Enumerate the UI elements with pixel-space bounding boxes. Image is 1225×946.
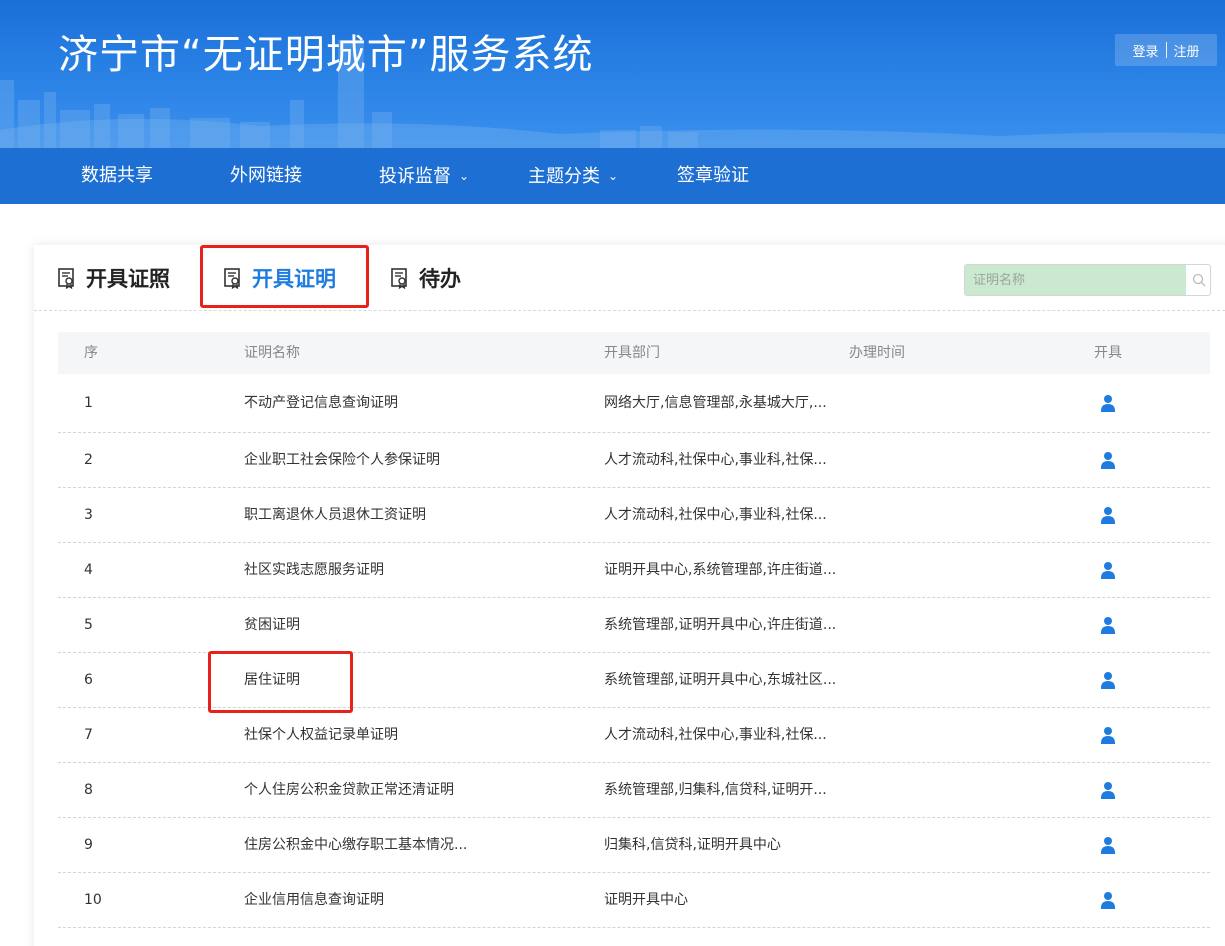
main-nav: 数据共享 外网链接 投诉监督 ⌄ 主题分类 ⌄ 签章验证 (0, 148, 1225, 204)
header-banner: 济宁市“无证明城市”服务系统 登录 注册 (0, 0, 1225, 148)
certificate-name[interactable]: 不动产登记信息查询证明 (244, 374, 398, 429)
certificate-name[interactable]: 个人住房公积金贷款正常还清证明 (244, 763, 454, 818)
issue-button[interactable] (1099, 506, 1117, 524)
user-icon (1099, 892, 1117, 913)
nav-item-label: 签章验证 (677, 165, 749, 186)
table-row: 4 社区实践志愿服务证明 证明开具中心,系统管理部,许庄街道... (58, 543, 1210, 598)
certificate-name[interactable]: 居住证明 (244, 653, 300, 708)
issuing-department: 系统管理部,归集科,信贷科,证明开... (604, 782, 827, 798)
issuing-department: 人才流动科,社保中心,事业科,社保... (604, 727, 827, 743)
table-row: 6 居住证明 系统管理部,证明开具中心,东城社区... (58, 653, 1210, 708)
table-row: 10 企业信用信息查询证明 证明开具中心 (58, 873, 1210, 928)
issuing-department: 归集科,信贷科,证明开具中心 (604, 837, 781, 853)
user-icon (1099, 452, 1117, 473)
tab-todo[interactable]: 待办 (389, 262, 461, 294)
row-index: 2 (84, 452, 93, 468)
issuing-department: 证明开具中心,系统管理部,许庄街道... (604, 562, 837, 578)
search-button[interactable] (1186, 265, 1210, 295)
issue-button[interactable] (1099, 781, 1117, 799)
register-link[interactable]: 注册 (1167, 41, 1207, 60)
table-row: 8 个人住房公积金贷款正常还清证明 系统管理部,归集科,信贷科,证明开... (58, 763, 1210, 818)
user-icon (1099, 837, 1117, 858)
issue-button[interactable] (1099, 726, 1117, 744)
issue-button[interactable] (1099, 451, 1117, 469)
issuing-department: 人才流动科,社保中心,事业科,社保... (604, 507, 827, 523)
certificate-name[interactable]: 贫困证明 (244, 598, 300, 653)
tab-label: 待办 (419, 267, 461, 291)
certificate-name[interactable]: 社保个人权益记录单证明 (244, 708, 398, 763)
nav-item-label: 投诉监督 (379, 166, 451, 187)
table-row: 2 企业职工社会保险个人参保证明 人才流动科,社保中心,事业科,社保... (58, 433, 1210, 488)
issue-button[interactable] (1099, 836, 1117, 854)
column-header-time: 办理时间 (849, 345, 905, 361)
issuing-department: 人才流动科,社保中心,事业科,社保... (604, 452, 827, 468)
auth-links: 登录 注册 (1115, 34, 1217, 66)
tab-label: 开具证照 (86, 267, 170, 291)
row-index: 6 (84, 672, 93, 688)
table-row: 1 不动产登记信息查询证明 网络大厅,信息管理部,永基城大厅,... (58, 374, 1210, 433)
user-icon (1099, 782, 1117, 803)
nav-item-complaint-supervision[interactable]: 投诉监督 ⌄ (379, 148, 469, 204)
table-row: 5 贫困证明 系统管理部,证明开具中心,许庄街道... (58, 598, 1210, 653)
issuing-department: 系统管理部,证明开具中心,许庄街道... (604, 617, 837, 633)
nav-item-label: 主题分类 (528, 166, 600, 187)
search-input[interactable] (965, 265, 1186, 295)
certificate-search (964, 264, 1211, 296)
row-index: 9 (84, 837, 93, 853)
issuing-department: 系统管理部,证明开具中心,东城社区... (604, 672, 837, 688)
site-title: 济宁市“无证明城市”服务系统 (58, 32, 594, 78)
column-header-department: 开具部门 (604, 345, 660, 361)
nav-item-label: 外网链接 (230, 165, 302, 186)
row-index: 1 (84, 395, 93, 411)
certificate-name[interactable]: 住房公积金中心缴存职工基本情况... (244, 818, 467, 873)
issuing-department: 证明开具中心 (604, 892, 688, 908)
certificate-name[interactable]: 社区实践志愿服务证明 (244, 543, 384, 598)
row-index: 5 (84, 617, 93, 633)
user-icon (1099, 672, 1117, 693)
table-row: 3 职工离退休人员退休工资证明 人才流动科,社保中心,事业科,社保... (58, 488, 1210, 543)
tabs-divider (34, 310, 1225, 311)
user-icon (1099, 617, 1117, 638)
user-icon (1099, 395, 1117, 416)
table-header: 序 证明名称 开具部门 办理时间 开具 (58, 332, 1210, 374)
nav-item-external-links[interactable]: 外网链接 (230, 148, 302, 204)
certificate-icon (58, 268, 74, 289)
column-header-issue: 开具 (1094, 345, 1122, 361)
login-link[interactable]: 登录 (1125, 41, 1165, 60)
certificate-icon (224, 268, 240, 289)
search-icon (1192, 273, 1205, 287)
user-icon (1099, 562, 1117, 583)
certificate-panel: 开具证照 开具证明 待办 证明名称 序 证明名称 开具部门 办理时间 开具 1 … (34, 245, 1225, 946)
row-index: 7 (84, 727, 93, 743)
issue-button[interactable] (1099, 561, 1117, 579)
row-index: 3 (84, 507, 93, 523)
issue-button[interactable] (1099, 394, 1117, 412)
issue-button[interactable] (1099, 671, 1117, 689)
tab-issue-license[interactable]: 开具证照 (56, 262, 170, 294)
issue-button[interactable] (1099, 616, 1117, 634)
table-row: 7 社保个人权益记录单证明 人才流动科,社保中心,事业科,社保... (58, 708, 1210, 763)
row-index: 10 (84, 892, 102, 908)
nav-item-data-sharing[interactable]: 数据共享 (81, 148, 153, 204)
certificate-icon (391, 268, 407, 289)
nav-item-topic-category[interactable]: 主题分类 ⌄ (528, 148, 618, 204)
column-header-name: 证明名称 (244, 345, 300, 361)
issue-button[interactable] (1099, 891, 1117, 909)
nav-item-label: 数据共享 (81, 165, 153, 186)
column-header-index: 序 (84, 345, 98, 361)
chevron-down-icon: ⌄ (459, 169, 470, 183)
certificate-name[interactable]: 企业职工社会保险个人参保证明 (244, 433, 440, 488)
nav-item-signature-verify[interactable]: 签章验证 (677, 148, 749, 204)
row-index: 4 (84, 562, 93, 578)
user-icon (1099, 727, 1117, 748)
user-icon (1099, 507, 1117, 528)
issuing-department: 网络大厅,信息管理部,永基城大厅,... (604, 395, 827, 411)
table-row: 9 住房公积金中心缴存职工基本情况... 归集科,信贷科,证明开具中心 (58, 818, 1210, 873)
tab-issue-certificate[interactable]: 开具证明 (222, 262, 336, 294)
certificate-name[interactable]: 企业信用信息查询证明 (244, 873, 384, 928)
certificate-name[interactable]: 职工离退休人员退休工资证明 (244, 488, 426, 543)
tab-label: 开具证明 (252, 267, 336, 291)
chevron-down-icon: ⌄ (608, 169, 619, 183)
row-index: 8 (84, 782, 93, 798)
